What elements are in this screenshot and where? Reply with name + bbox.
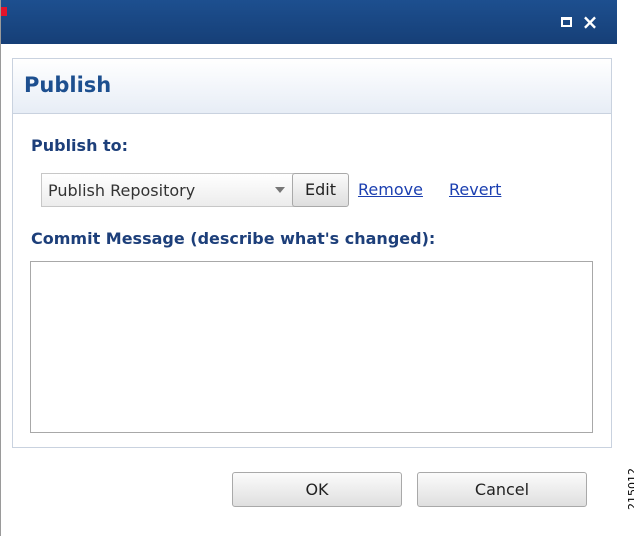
close-icon[interactable]: × — [579, 11, 601, 33]
panel-header: Publish — [13, 59, 611, 114]
window-titlebar[interactable]: × — [1, 0, 617, 44]
figure-id: 215012 — [626, 468, 634, 510]
repository-select-value: Publish Repository — [48, 181, 196, 200]
commit-message-label: Commit Message (describe what's changed)… — [31, 229, 436, 248]
publish-panel: Publish Publish to: Publish Repository E… — [12, 58, 612, 448]
panel-title: Publish — [24, 73, 112, 97]
window-marker — [1, 7, 7, 16]
ok-button[interactable]: OK — [232, 472, 402, 507]
edit-button[interactable]: Edit — [292, 173, 349, 207]
chevron-down-icon[interactable] — [265, 174, 295, 206]
commit-message-textarea[interactable] — [30, 261, 593, 433]
maximize-icon[interactable] — [555, 11, 577, 33]
cancel-button[interactable]: Cancel — [417, 472, 587, 507]
remove-link[interactable]: Remove — [358, 180, 423, 199]
revert-link[interactable]: Revert — [449, 180, 501, 199]
publish-to-label: Publish to: — [31, 136, 129, 155]
repository-select[interactable]: Publish Repository — [41, 173, 296, 207]
publish-dialog: × Publish Publish to: Publish Repository… — [0, 0, 617, 536]
